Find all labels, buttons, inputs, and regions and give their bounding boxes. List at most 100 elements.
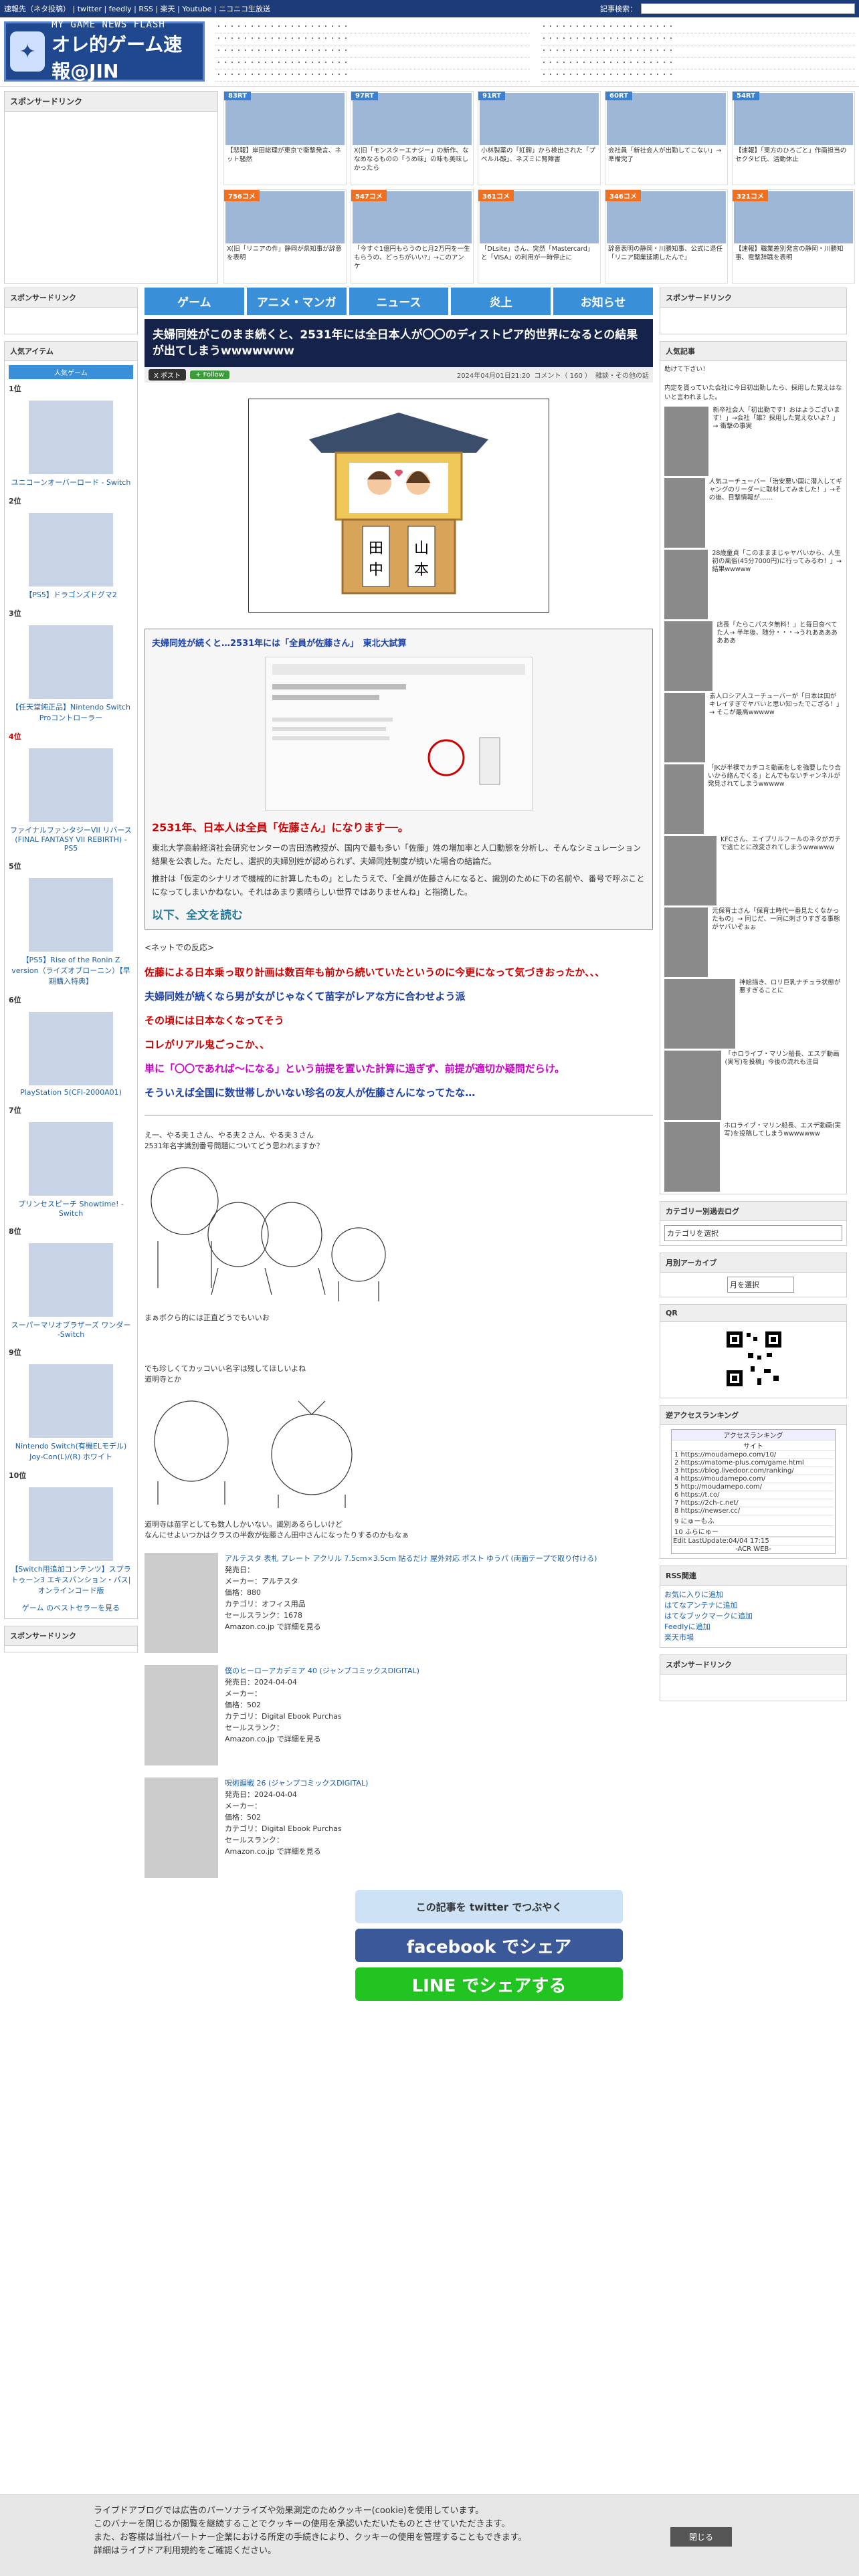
product-title[interactable]: 僕のヒーローアカデミア 40 (ジャンプコミックスDIGITAL) [225,1665,419,1677]
popular-article[interactable]: KFCさん、エイプリルフールのネタがガチで逃亡とに改変されてしまうwwwwww [664,836,842,905]
rss-link[interactable]: 楽天市場 [664,1632,842,1643]
nav-tab[interactable]: 炎上 [451,288,551,315]
rank-item-name[interactable]: ファイナルファンタジーVII リバース(FINAL FANTASY VII RE… [9,825,133,853]
share-button[interactable]: LINE でシェアする [355,1967,623,2001]
nav-tab[interactable]: ゲーム [145,288,244,315]
nav-tab[interactable]: アニメ・マンガ [246,288,347,315]
nav-tab[interactable]: ニュース [349,288,449,315]
acr-row[interactable]: 6 https://t.co/ [673,1491,834,1499]
popular-article[interactable]: 「ホロライブ・マリン船長、エスデ動画(実写)を投稿」今後の流れも注目 [664,1051,842,1120]
cookie-close-button[interactable]: 閉じる [670,2527,732,2547]
tab-popular-games[interactable]: 人気ゲーム [9,365,133,379]
popular-article[interactable]: 28歳童貞「このまままじゃヤバいから、人生初の風俗(45分7000円)に行ってみ… [664,550,842,619]
thumbnail-item[interactable]: 83RT 【悲報】岸田総理が東京で衝撃発言、ネット騒然 [223,91,347,185]
popular-article-title[interactable]: 神絵描き、ロリ巨乳ナチュラ状態が悪すぎることに [739,979,842,1049]
rank-item[interactable]: ファイナルファンタジーVII リバース(FINAL FANTASY VII RE… [5,744,137,858]
acr-row[interactable]: 10 ふらにゅー [673,1526,834,1537]
thumbnail-item[interactable]: 547コメ 「今すぐ1億円もらうのと月2万円を一生もらうの、どっちがいい?」→この… [351,189,474,284]
popular-article[interactable]: 神絵描き、ロリ巨乳ナチュラ状態が悪すぎることに [664,979,842,1049]
thumbnail-item[interactable]: 60RT 会社員「新社会人が出勤してこない」→準備完了 [605,91,728,185]
popular-article[interactable]: 「JKが半裸でカチコミ動画をしを強要したり合いから絡んでくる」とんでもないチャン… [664,764,842,834]
thumbnail-caption[interactable]: 辞意表明の静岡・川勝知事、公式に退任「リニア開業延期したんで」 [607,243,726,278]
read-more-link[interactable]: 以下、全文を読む [152,905,646,922]
acr-row[interactable]: 2 https://matome-plus.com/game.html [673,1459,834,1467]
product-image[interactable] [145,1553,218,1653]
rank-item[interactable]: 【PS5】Rise of the Ronin Z version（ライズオブロー… [5,874,137,992]
rank-item-name[interactable]: 【PS5】ドラゴンズドグマ2 [9,589,133,600]
rss-link[interactable]: はてなブックマークに追加 [664,1611,842,1622]
acr-row[interactable]: 3 https://blog.livedoor.com/ranking/ [673,1467,834,1475]
popular-article-title[interactable]: 「ホロライブ・マリン船長、エスデ動画(実写)を投稿」今後の流れも注目 [725,1051,842,1120]
share-button[interactable]: facebook でシェア [355,1929,623,1962]
header-links-1[interactable]: ・・・・・・・・・・・・・・・・・・・・ ・・・・・・・・・・・・・・・・・・・・… [215,21,530,82]
popular-article[interactable]: 素人ロシア人ユーチューバーが「日本は国がキレイすぎでヤバいと思い知ったでござる！… [664,693,842,762]
search-input[interactable] [641,3,855,14]
product-image[interactable] [145,1665,218,1765]
rank-item[interactable]: PlayStation 5(CFI-2000A01) [5,1008,137,1102]
share-button[interactable]: この記事を twitter でつぶやく [355,1890,623,1923]
thumbnail-item[interactable]: 97RT X(旧「モンスターエナジー」の新作、ななめなるものの「うめ味」の味も美味… [351,91,474,185]
article-category[interactable]: 雑談・その他の話 [595,370,649,380]
thumbnail-caption[interactable]: 【速報】職業差別発言の静岡・川勝知事、電撃辞職を表明 [734,243,853,278]
product-image[interactable] [145,1778,218,1878]
rank-item[interactable]: ユニコーンオーバーロード - Switch [5,397,137,493]
rss-link[interactable]: Feedlyに追加 [664,1622,842,1632]
article-comments[interactable]: コメント（ 160 ） [535,370,591,380]
acr-row[interactable]: 4 https://moudamepo.com/ [673,1475,834,1483]
acr-row[interactable]: 8 https://newser.cc/ [673,1507,834,1515]
rank-item-name[interactable]: 【任天堂純正品】Nintendo Switch Proコントローラー [9,702,133,723]
popular-article[interactable]: 人気ユーチューバー「治安悪い国に潜入してギャングのリーダーに取材してみました！」… [664,478,842,548]
thumbnail-item[interactable]: 361コメ 「DLsite」さん、突然「Mastercard」と「VISA」の利用… [478,189,601,284]
x-post-button[interactable]: X ポスト [149,369,187,381]
popular-article-title[interactable]: 「JKが半裸でカチコミ動画をしを強要したり合いから絡んでくる」とんでもないチャン… [708,764,842,834]
header-links-2[interactable]: ・・・・・・・・・・・・・・・・・・・・ ・・・・・・・・・・・・・・・・・・・・… [541,21,855,82]
popular-article[interactable]: 店長「たらこパスタ無料！」と毎日食べてた人→ 半年後、随分・・・→うれあああああ… [664,621,842,691]
rank-item[interactable]: 【PS5】ドラゴンズドグマ2 [5,509,137,605]
popular-article[interactable]: ホロライブ・マリン船長、エスデ動画(実写)を投稿してしまうwwwwwww [664,1122,842,1192]
rank-item-name[interactable]: プリンセスピーチ Showtime! -Switch [9,1198,133,1218]
popular-article-title[interactable]: KFCさん、エイプリルフールのネタがガチで逃亡とに改変されてしまうwwwwww [721,836,842,905]
rank-item-name[interactable]: スーパーマリオブラザーズ ワンダー -Switch [9,1319,133,1339]
rank-item[interactable]: 【Switch用追加コンテンツ】スプラトゥーン3 エキスパンション・パス|オンラ… [5,1483,137,1601]
acr-row[interactable]: 9 にゅーもふ [673,1515,834,1526]
thumbnail-item[interactable]: 91RT 小林製薬の「紅麹」から検出された「プベルル酸」、ネズミに腎障害 [478,91,601,185]
thumbnail-caption[interactable]: X(旧「リニアの件」静岡が県知事が辞意を表明 [225,243,345,278]
bestseller-link[interactable]: ゲーム のベストセラーを見る [5,1601,137,1618]
rank-item[interactable]: 【任天堂純正品】Nintendo Switch Proコントローラー [5,621,137,728]
rank-item-name[interactable]: Nintendo Switch(有機ELモデル) Joy-Con(L)/(R) … [9,1440,133,1462]
rank-item-name[interactable]: 【PS5】Rise of the Ronin Z version（ライズオブロー… [9,954,133,986]
nav-tab[interactable]: お知らせ [553,288,653,315]
popular-article-title[interactable]: 人気ユーチューバー「治安悪い国に潜入してギャングのリーダーに取材してみました！」… [709,478,842,548]
thumbnail-caption[interactable]: 会社員「新社会人が出勤してこない」→準備完了 [607,145,726,180]
rss-link[interactable]: はてなアンテナに追加 [664,1600,842,1611]
popular-article-title[interactable]: 素人ロシア人ユーチューバーが「日本は国がキレイすぎでヤバいと思い知ったでござる！… [709,693,842,762]
thumbnail-caption[interactable]: X(旧「モンスターエナジー」の新作、ななめなるものの「うめ味」の味も美味しかった… [353,145,472,180]
rss-link[interactable]: お気に入りに追加 [664,1590,842,1600]
thumbnail-item[interactable]: 321コメ 【速報】職業差別発言の静岡・川勝知事、電撃辞職を表明 [732,189,855,284]
rank-item-name[interactable]: ユニコーンオーバーロード - Switch [9,477,133,488]
popular-article-title[interactable]: 店長「たらこパスタ無料！」と毎日食べてた人→ 半年後、随分・・・→うれあああああ… [717,621,842,691]
thumbnail-caption[interactable]: 【悲報】岸田総理が東京で衝撃発言、ネット騒然 [225,145,345,180]
thumbnail-caption[interactable]: 【速報】「東方のひろごと」作画担当のセクタビ氏、活動休止 [734,145,853,180]
quote-title[interactable]: 夫婦同姓が続くと…2531年には「全員が佐藤さん」 東北大試算 [152,636,646,649]
month-select[interactable]: 月を選択 [727,1277,794,1293]
thumbnail-item[interactable]: 346コメ 辞意表明の静岡・川勝知事、公式に退任「リニア開業延期したんで」 [605,189,728,284]
rank-item-name[interactable]: PlayStation 5(CFI-2000A01) [9,1088,133,1097]
thumbnail-caption[interactable]: 「今すぐ1億円もらうのと月2万円を一生もらうの、どっちがいい?」→このアンケ [353,243,472,278]
acr-web-link[interactable]: -ACR WEB- [672,1545,835,1553]
popular-article-title[interactable]: ホロライブ・マリン船長、エスデ動画(実写)を投稿してしまうwwwwwww [724,1122,842,1192]
top-links[interactable]: 速報先（ネタ投稿） | twitter | feedly | RSS | 楽天 … [4,3,270,14]
rank-item[interactable]: スーパーマリオブラザーズ ワンダー -Switch [5,1239,137,1344]
rank-item[interactable]: プリンセスピーチ Showtime! -Switch [5,1118,137,1223]
rank-item[interactable]: Nintendo Switch(有機ELモデル) Joy-Con(L)/(R) … [5,1360,137,1467]
popular-article-title[interactable]: 元保育士さん「保育士時代一番見たくなかったもの」→ 同じだ、一同に刺さりすぎる事… [712,907,842,977]
acr-row[interactable]: 1 https://moudamepo.com/10/ [673,1451,834,1459]
thumbnail-caption[interactable]: 小林製薬の「紅麹」から検出された「プベルル酸」、ネズミに腎障害 [480,145,599,180]
follow-button[interactable]: + Follow [190,370,229,379]
popular-article[interactable]: 元保育士さん「保育士時代一番見たくなかったもの」→ 同じだ、一同に刺さりすぎる事… [664,907,842,977]
site-logo[interactable]: ✦ MY GAME NEWS FLASH オレ的ゲーム速報@JIN [4,19,205,82]
acr-row[interactable]: 7 https://2ch-c.net/ [673,1499,834,1507]
popular-article-title[interactable]: 新卒社会人「初出勤です！おはようございます！」→会社「誰？採用した覚えないよ？」… [712,407,842,476]
thumbnail-item[interactable]: 54RT 【速報】「東方のひろごと」作画担当のセクタビ氏、活動休止 [732,91,855,185]
product-title[interactable]: アルテスタ 表札 プレート アクリル 7.5cm×3.5cm 貼るだけ 屋外対応… [225,1553,597,1564]
